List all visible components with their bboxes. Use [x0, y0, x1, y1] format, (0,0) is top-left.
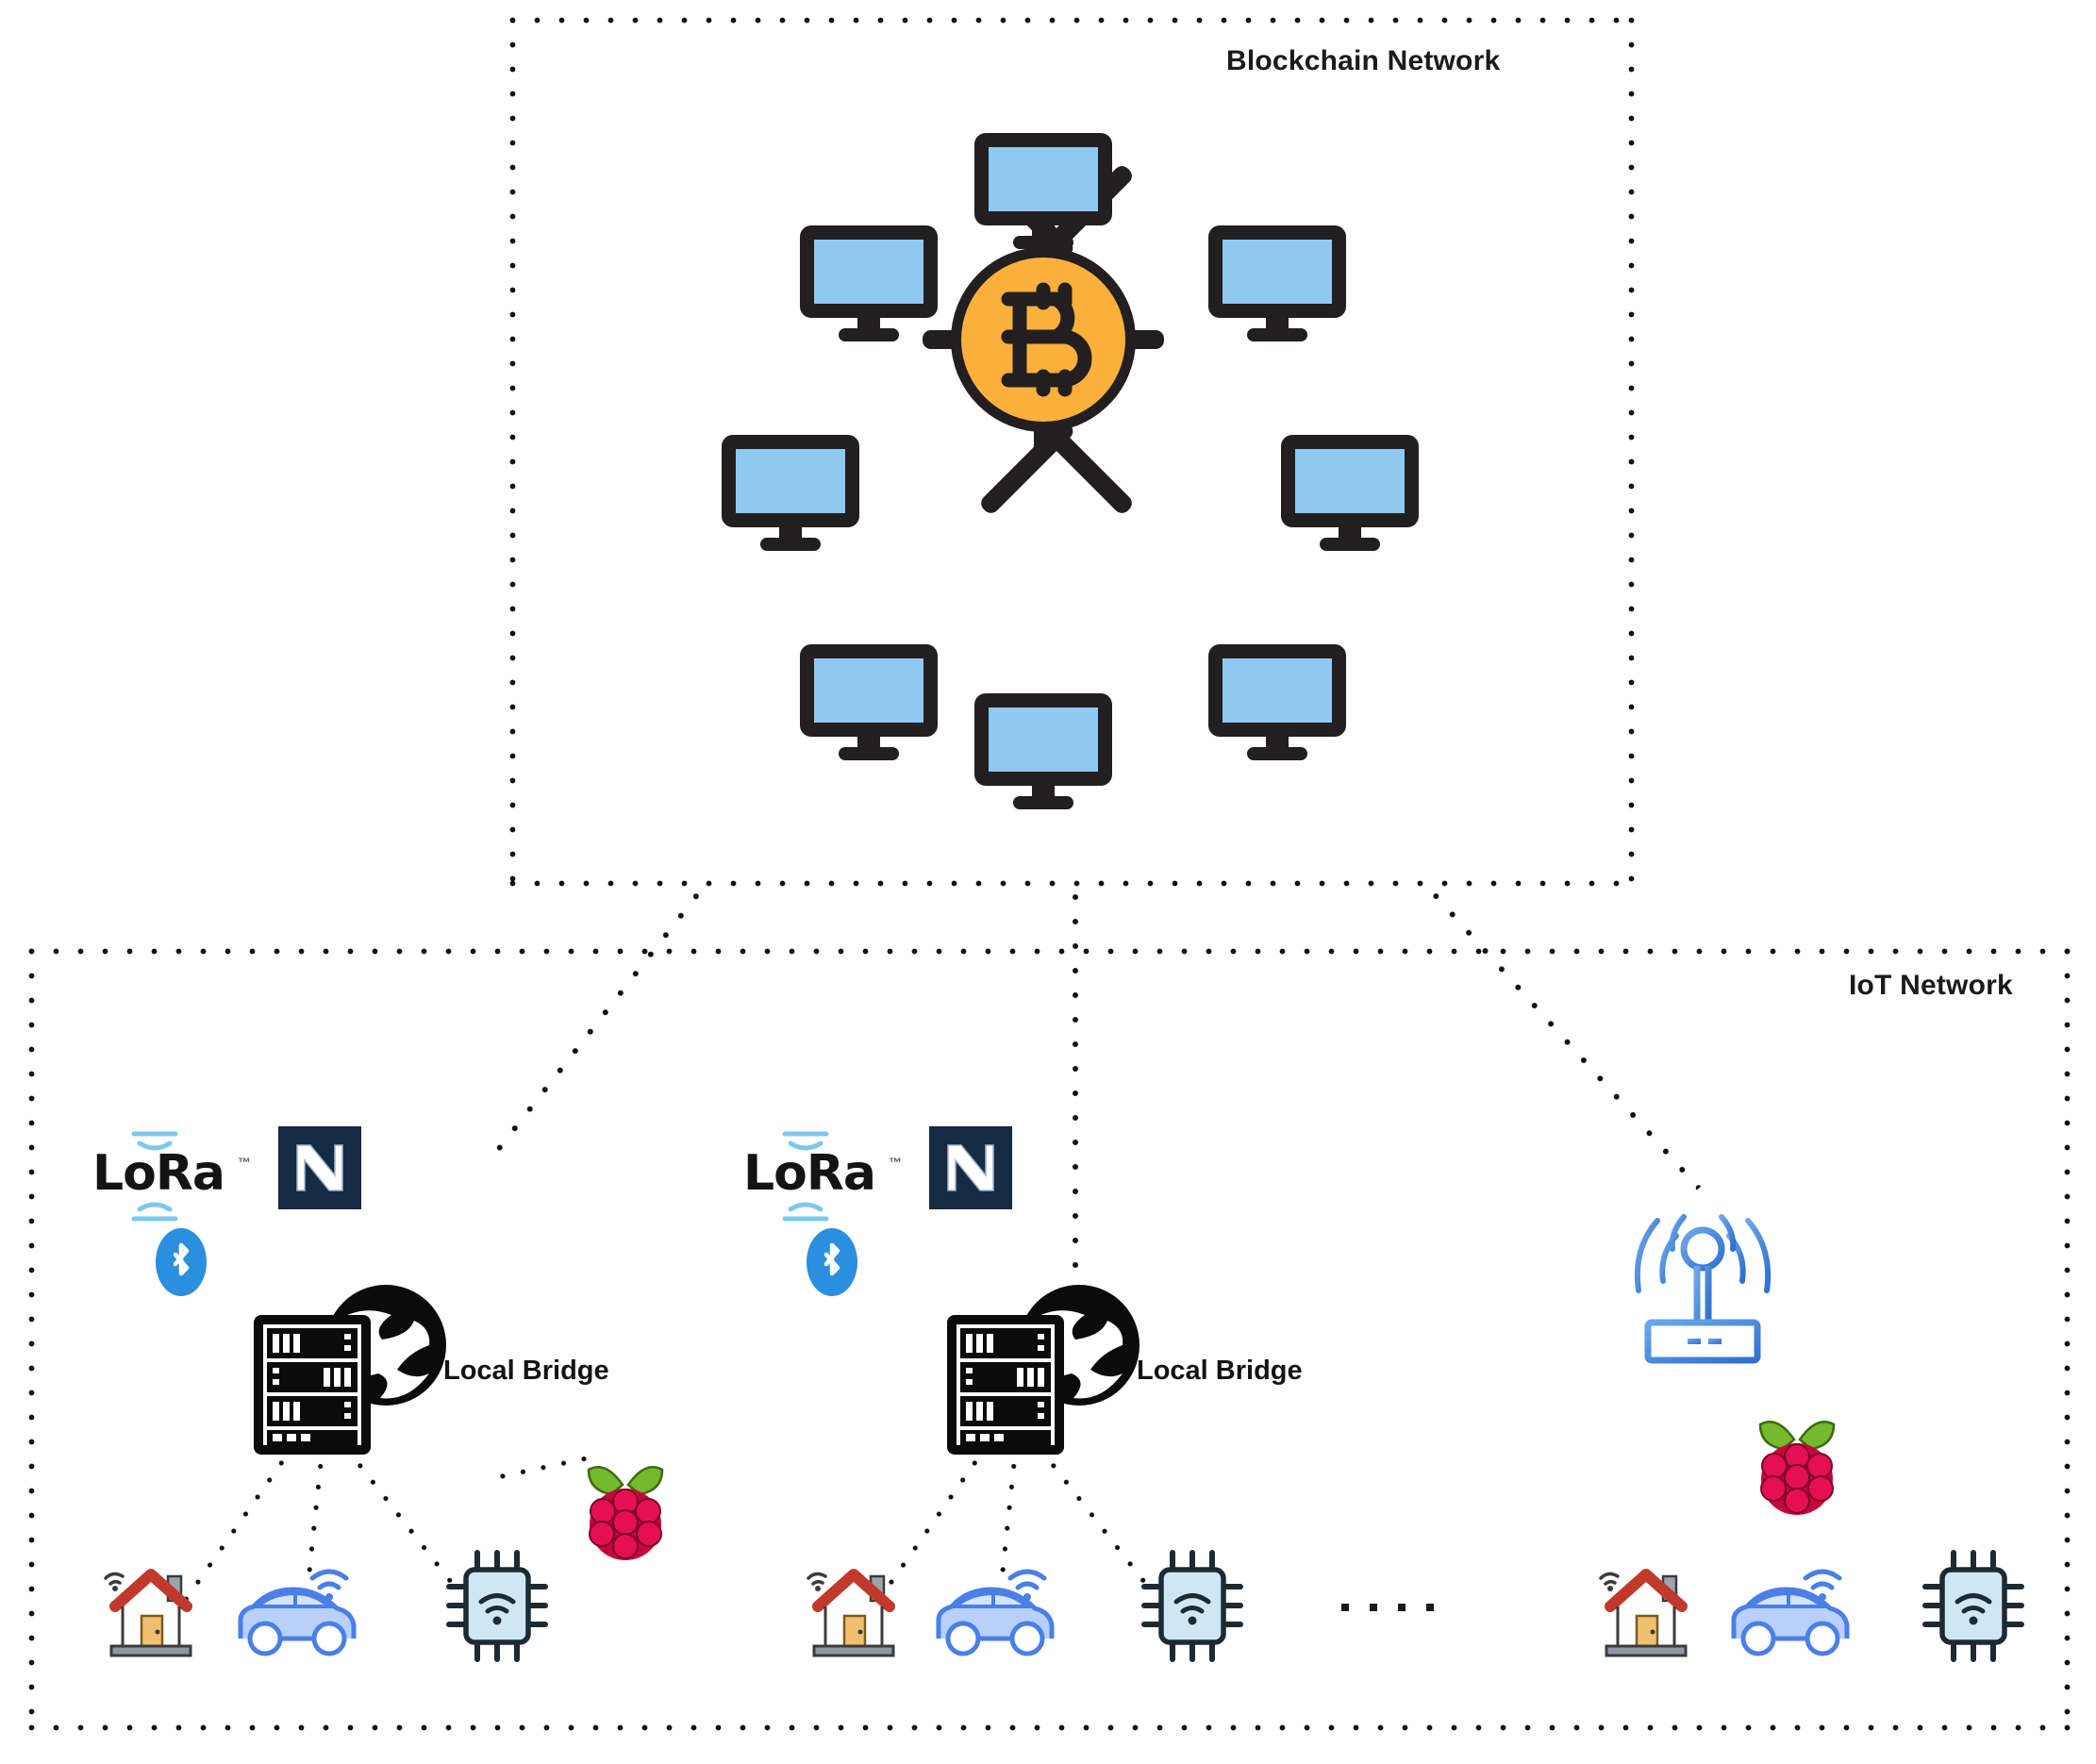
connected-car-1[interactable]: [231, 1552, 363, 1670]
smart-home-icon: [104, 1569, 192, 1657]
iot-chip-icon: [1141, 1550, 1243, 1662]
nfc-n-glyph-icon: [296, 1144, 343, 1191]
iot-chip-icon: [1922, 1550, 2024, 1662]
bluetooth-logo-2: [807, 1228, 857, 1296]
zone-border-bottom: [509, 880, 1635, 887]
cluster-ellipsis: [1341, 1604, 1434, 1611]
zone-border-left: [509, 17, 516, 887]
server-globe-icon: [254, 1285, 446, 1455]
raspberry-pi-2[interactable]: [1745, 1407, 1849, 1525]
monitor-icon: [800, 225, 938, 341]
connector-blockchain-to-bridge-2: [1072, 893, 1079, 1272]
monitor-icon: [1281, 435, 1419, 551]
raspberry-pi-icon: [587, 1466, 664, 1560]
lora-wordmark: LoRa: [743, 1145, 876, 1202]
bluetooth-logo-1: [156, 1228, 207, 1296]
blockchain-node-monitor-w[interactable]: [719, 432, 862, 557]
iot-zone-border-bottom: [28, 1724, 2071, 1731]
raspberry-pi-1[interactable]: [574, 1453, 677, 1571]
bluetooth-rune-icon: [823, 1242, 840, 1276]
nfc-n-glyph-icon: [947, 1144, 994, 1191]
zone-border-right: [1628, 17, 1635, 887]
monitor-icon: [800, 644, 938, 760]
smart-home-2[interactable]: [797, 1552, 910, 1670]
smart-home-3[interactable]: [1589, 1552, 1703, 1670]
bitcoin-symbol-icon: [1001, 282, 1092, 397]
blockchain-node-monitor-se[interactable]: [1206, 641, 1349, 767]
lora-wordmark: LoRa: [92, 1145, 225, 1202]
bluetooth-rune-icon: [173, 1242, 190, 1276]
nfc-logo-2: [929, 1126, 1012, 1209]
monitor-icon: [974, 693, 1112, 809]
zone-border-top: [509, 17, 1635, 24]
monitor-icon: [722, 435, 859, 551]
monitor-icon: [1208, 225, 1346, 341]
connected-car-2[interactable]: [929, 1552, 1061, 1670]
monitor-icon: [1208, 644, 1346, 760]
connected-car-icon: [936, 1569, 1055, 1656]
wireless-router-icon[interactable]: [1618, 1190, 1788, 1374]
lora-logo-2: LoRa ™: [743, 1124, 924, 1228]
bitcoin-coin-icon: [951, 247, 1136, 432]
connected-car-icon: [238, 1569, 357, 1656]
blockchain-node-monitor-sw[interactable]: [797, 641, 940, 767]
iot-network-title: IoT Network: [1849, 970, 2013, 1001]
raspberry-pi-icon: [1758, 1421, 1836, 1515]
antenna-signal-icon: [1634, 1214, 1772, 1364]
lora-logo-1: LoRa ™: [92, 1124, 274, 1228]
lora-trademark-mark: ™: [889, 1155, 902, 1170]
iot-zone-border-left: [28, 948, 35, 1731]
smart-home-1[interactable]: [94, 1552, 208, 1670]
ellipsis-dot: [1341, 1604, 1349, 1611]
nfc-logo-1: [278, 1126, 361, 1209]
server-globe-icon: [947, 1285, 1139, 1455]
blockchain-node-monitor-n[interactable]: [972, 130, 1115, 256]
blockchain-node-monitor-s[interactable]: [972, 691, 1115, 816]
smart-home-icon: [1599, 1569, 1688, 1657]
local-bridge-1-label: Local Bridge: [443, 1356, 609, 1386]
blockchain-node-monitor-ne[interactable]: [1206, 223, 1349, 348]
blockchain-node-monitor-nw[interactable]: [797, 223, 940, 348]
lora-trademark-mark: ™: [238, 1155, 251, 1170]
ellipsis-dot: [1426, 1604, 1434, 1611]
iot-zone-border-right: [2064, 948, 2071, 1731]
local-bridge-2[interactable]: [943, 1283, 1146, 1462]
iot-chip-3[interactable]: [1920, 1547, 2028, 1670]
connected-car-icon: [1731, 1569, 1850, 1656]
ellipsis-dot: [1398, 1604, 1406, 1611]
ellipsis-dot: [1370, 1604, 1377, 1611]
smart-home-icon: [807, 1569, 895, 1657]
iot-zone-border-top: [28, 948, 2071, 955]
iot-chip-2[interactable]: [1139, 1547, 1247, 1670]
diagram-canvas: Blockchain Network IoT Network LoRa ™ Lo…: [0, 0, 2096, 1764]
iot-chip-icon: [446, 1550, 548, 1662]
iot-chip-1[interactable]: [443, 1547, 552, 1670]
monitor-icon: [974, 133, 1112, 249]
connected-car-3[interactable]: [1724, 1552, 1856, 1670]
blockchain-node-monitor-e[interactable]: [1278, 432, 1422, 557]
blockchain-network-title: Blockchain Network: [1226, 45, 1501, 76]
local-bridge-1[interactable]: [250, 1283, 453, 1462]
local-bridge-2-label: Local Bridge: [1137, 1356, 1303, 1386]
